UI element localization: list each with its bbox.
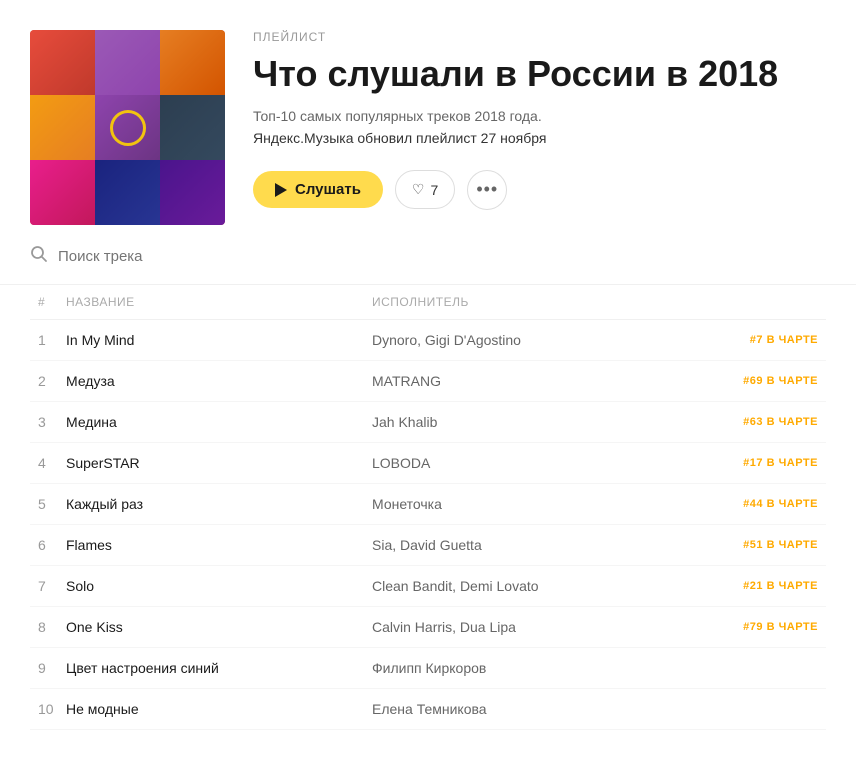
cover-cell-9 — [160, 160, 225, 225]
track-artist: Dynoro, Gigi D'Agostino — [372, 332, 678, 348]
cover-cell-4 — [30, 95, 95, 160]
playlist-description: Топ-10 самых популярных треков 2018 года… — [253, 108, 826, 124]
play-button[interactable]: Слушать — [253, 171, 383, 208]
track-name: Не модные — [66, 701, 372, 717]
track-name: Медина — [66, 414, 372, 430]
updated-source: Яндекс.Музыка — [253, 130, 354, 146]
track-list-header: # Название Исполнитель — [30, 285, 826, 320]
track-num: 8 — [38, 619, 66, 635]
track-name: In My Mind — [66, 332, 372, 348]
track-name: Каждый раз — [66, 496, 372, 512]
tracks-container: 1 In My Mind Dynoro, Gigi D'Agostino #7 … — [30, 320, 826, 730]
track-row[interactable]: 9 Цвет настроения синий Филипп Киркоров — [30, 648, 826, 689]
track-artist: LOBODA — [372, 455, 678, 471]
playlist-cover — [30, 30, 225, 225]
track-artist: Clean Bandit, Demi Lovato — [372, 578, 678, 594]
cover-cell-7 — [30, 160, 95, 225]
cover-cell-2 — [95, 30, 160, 95]
track-num: 4 — [38, 455, 66, 471]
track-num: 2 — [38, 373, 66, 389]
header-section: ПЛЕЙЛИСТ Что слушали в России в 2018 Топ… — [0, 0, 856, 245]
track-name: SuperSTAR — [66, 455, 372, 471]
track-artist: Елена Темникова — [372, 701, 678, 717]
track-chart: #69 В ЧАРТЕ — [678, 375, 818, 387]
track-chart: #63 В ЧАРТЕ — [678, 416, 818, 428]
more-icon: ••• — [476, 179, 498, 200]
cover-cell-3 — [160, 30, 225, 95]
search-icon — [30, 245, 48, 268]
track-name: Медуза — [66, 373, 372, 389]
col-artist: Исполнитель — [372, 295, 678, 309]
playlist-info: ПЛЕЙЛИСТ Что слушали в России в 2018 Топ… — [253, 30, 826, 210]
track-chart: #17 В ЧАРТЕ — [678, 457, 818, 469]
track-artist: MATRANG — [372, 373, 678, 389]
col-name: Название — [66, 295, 372, 309]
track-num: 9 — [38, 660, 66, 676]
like-count: 7 — [430, 182, 438, 198]
track-row[interactable]: 1 In My Mind Dynoro, Gigi D'Agostino #7 … — [30, 320, 826, 361]
cover-cell-1 — [30, 30, 95, 95]
col-chart — [678, 295, 818, 309]
track-num: 3 — [38, 414, 66, 430]
search-input[interactable] — [58, 248, 258, 265]
track-row[interactable]: 8 One Kiss Calvin Harris, Dua Lipa #79 В… — [30, 607, 826, 648]
actions-bar: Слушать ♡ 7 ••• — [253, 170, 826, 210]
track-row[interactable]: 4 SuperSTAR LOBODA #17 В ЧАРТЕ — [30, 443, 826, 484]
cover-cell-6 — [160, 95, 225, 160]
track-row[interactable]: 10 Не модные Елена Темникова — [30, 689, 826, 730]
track-num: 1 — [38, 332, 66, 348]
more-button[interactable]: ••• — [467, 170, 507, 210]
track-name: Цвет настроения синий — [66, 660, 372, 676]
cover-cell-8 — [95, 160, 160, 225]
track-artist: Calvin Harris, Dua Lipa — [372, 619, 678, 635]
track-chart: #51 В ЧАРТЕ — [678, 539, 818, 551]
track-chart: #79 В ЧАРТЕ — [678, 621, 818, 633]
track-row[interactable]: 2 Медуза MATRANG #69 В ЧАРТЕ — [30, 361, 826, 402]
updated-date: обновил плейлист 27 ноября — [354, 130, 547, 146]
track-num: 5 — [38, 496, 66, 512]
play-icon — [275, 183, 287, 197]
track-row[interactable]: 5 Каждый раз Монеточка #44 В ЧАРТЕ — [30, 484, 826, 525]
track-chart: #21 В ЧАРТЕ — [678, 580, 818, 592]
track-num: 10 — [38, 701, 66, 717]
playlist-updated: Яндекс.Музыка обновил плейлист 27 ноября — [253, 130, 826, 146]
track-name: Solo — [66, 578, 372, 594]
track-name: One Kiss — [66, 619, 372, 635]
track-row[interactable]: 6 Flames Sia, David Guetta #51 В ЧАРТЕ — [30, 525, 826, 566]
track-artist: Sia, David Guetta — [372, 537, 678, 553]
track-row[interactable]: 3 Медина Jah Khalib #63 В ЧАРТЕ — [30, 402, 826, 443]
track-artist: Jah Khalib — [372, 414, 678, 430]
play-label: Слушать — [295, 181, 361, 198]
cover-cell-5 — [95, 95, 160, 160]
track-row[interactable]: 7 Solo Clean Bandit, Demi Lovato #21 В Ч… — [30, 566, 826, 607]
track-num: 7 — [38, 578, 66, 594]
playlist-type-label: ПЛЕЙЛИСТ — [253, 30, 826, 44]
track-name: Flames — [66, 537, 372, 553]
like-button[interactable]: ♡ 7 — [395, 170, 455, 209]
track-artist: Филипп Киркоров — [372, 660, 678, 676]
track-chart: #7 В ЧАРТЕ — [678, 334, 818, 346]
track-artist: Монеточка — [372, 496, 678, 512]
search-section — [0, 245, 856, 285]
track-chart: #44 В ЧАРТЕ — [678, 498, 818, 510]
playlist-title: Что слушали в России в 2018 — [253, 54, 826, 94]
heart-icon: ♡ — [412, 181, 425, 198]
col-num: # — [38, 295, 66, 309]
track-num: 6 — [38, 537, 66, 553]
track-list: # Название Исполнитель 1 In My Mind Dyno… — [0, 285, 856, 730]
